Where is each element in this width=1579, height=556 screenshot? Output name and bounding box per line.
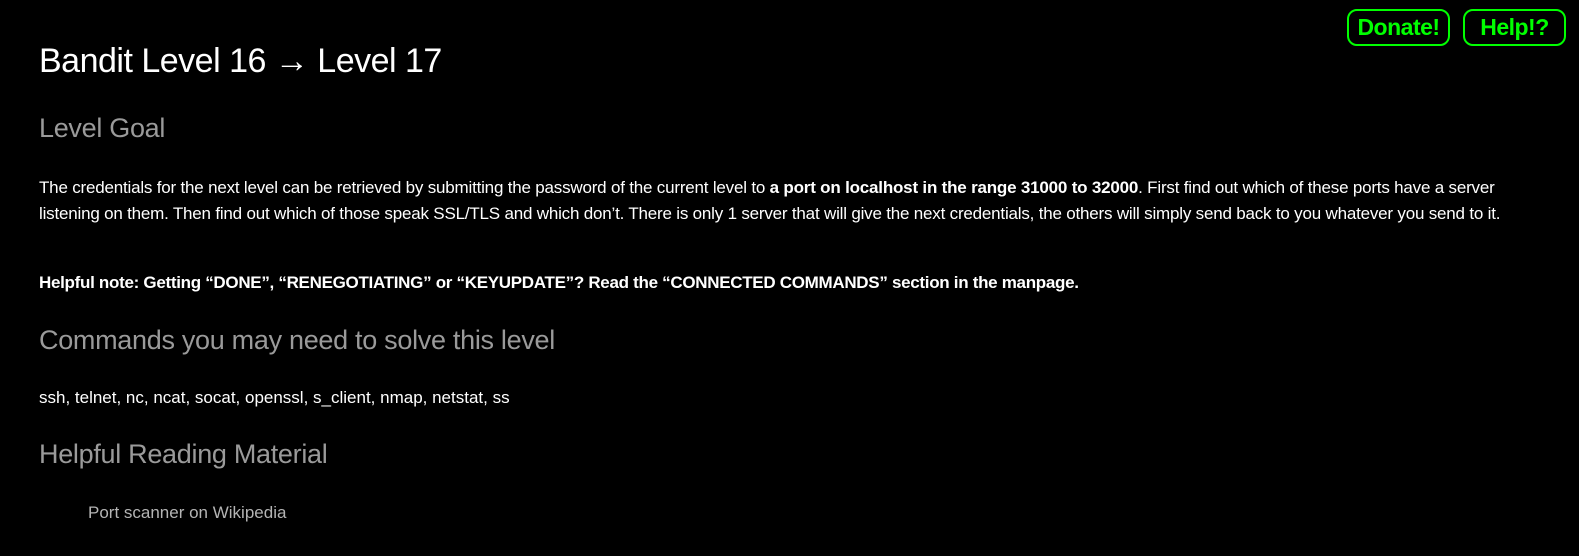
goal-text-start: The credentials for the next level can b… [39, 178, 770, 197]
top-buttons: Donate! Help!? [1347, 9, 1566, 46]
help-button[interactable]: Help!? [1463, 9, 1566, 46]
page-title: Bandit Level 16 → Level 17 [39, 42, 442, 80]
goal-text-bold: a port on localhost in the range 31000 t… [769, 178, 1139, 197]
list-item: Port scanner on Wikipedia [88, 503, 286, 523]
donate-button[interactable]: Donate! [1347, 9, 1450, 46]
reading-material-heading: Helpful Reading Material [39, 439, 328, 469]
helpful-note: Helpful note: Getting “DONE”, “RENEGOTIA… [39, 273, 1079, 292]
commands-heading: Commands you may need to solve this leve… [39, 325, 555, 355]
commands-list: ssh, telnet, nc, ncat, socat, openssl, s… [39, 388, 510, 407]
level-goal-text: The credentials for the next level can b… [39, 175, 1529, 227]
port-scanner-wikipedia-link[interactable]: Port scanner on Wikipedia [88, 503, 286, 522]
reading-list: Port scanner on Wikipedia [88, 503, 286, 523]
level-goal-heading: Level Goal [39, 113, 166, 143]
